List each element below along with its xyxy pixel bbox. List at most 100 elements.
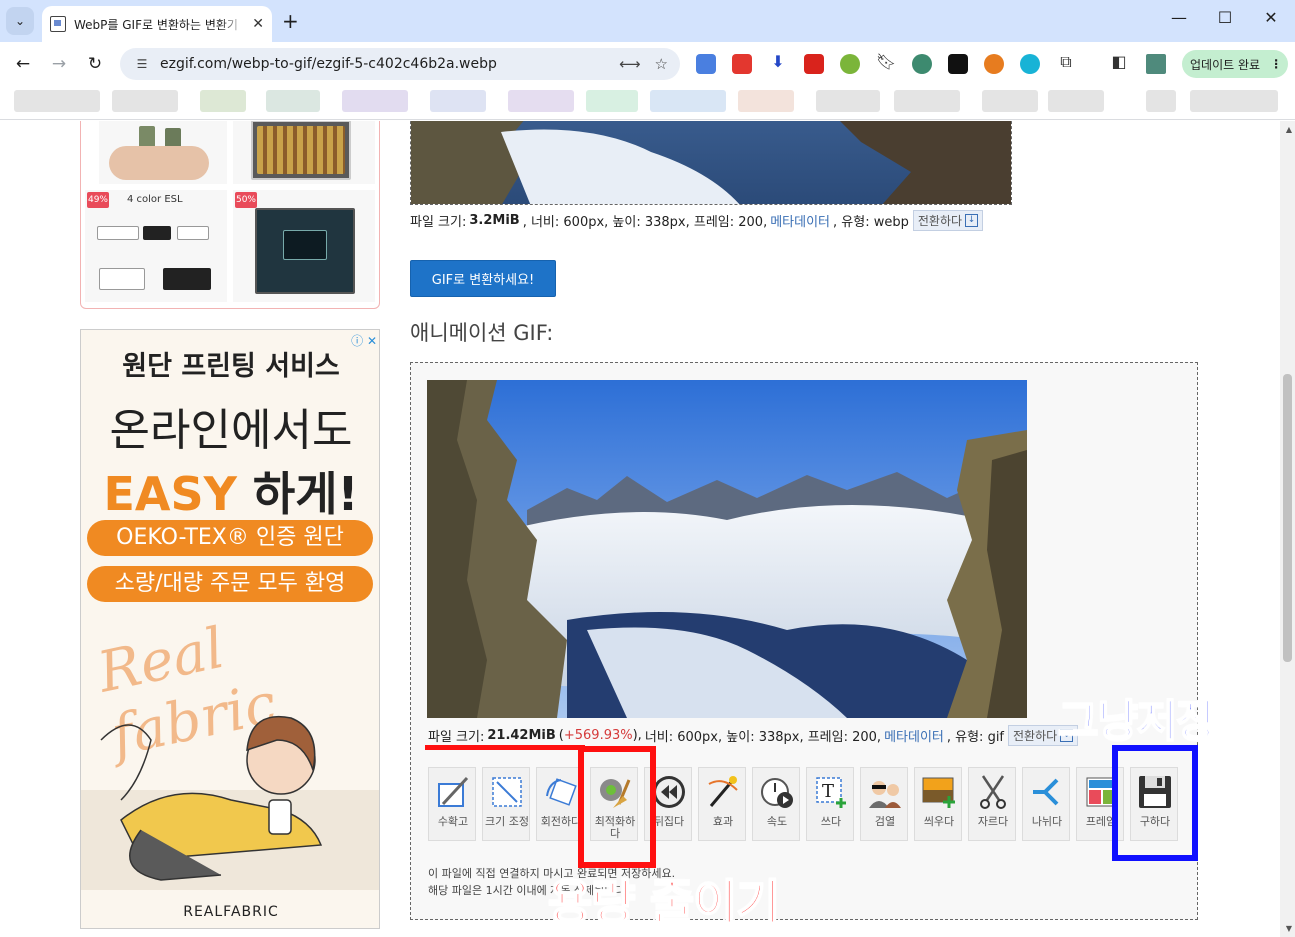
tool-rotate-button[interactable]: 회전하다 (536, 767, 584, 841)
bookmarks-bar (0, 86, 1295, 120)
site-info-icon[interactable]: ☰ (132, 54, 152, 74)
bookmark-item[interactable] (508, 90, 574, 112)
bookmark-item[interactable] (816, 90, 880, 112)
crop-icon (433, 772, 473, 812)
fabric-banner-ad[interactable]: ⓘ ✕ 원단 프린팅 서비스 온라인에서도 EASY 하게! OEKO-TEX®… (80, 329, 380, 929)
chevron-down-icon: ⌄ (14, 14, 26, 28)
extensions-puzzle-icon[interactable]: ⧉ (1055, 52, 1077, 72)
bookmark-item[interactable] (1146, 90, 1176, 112)
product-esl[interactable]: 49% 4 color ESL (85, 190, 227, 302)
bookmark-icon[interactable]: 🔖︎ (875, 52, 897, 71)
censor-icon (865, 772, 905, 812)
bookmark-item[interactable] (1048, 90, 1104, 112)
svg-text:T: T (822, 781, 834, 802)
tab-strip: ⌄ WebP를 GIF로 변환하는 변환기 ✕ + — ☐ ✕ (0, 0, 1295, 42)
extension-chat-icon[interactable] (1020, 54, 1040, 74)
update-button[interactable]: 업데이트 완료 ⋮ (1182, 50, 1288, 78)
extension-firefox-icon[interactable] (984, 54, 1004, 74)
active-tab[interactable]: WebP를 GIF로 변환하는 변환기 ✕ (42, 6, 272, 42)
tool-cut-button[interactable]: 자르다 (968, 767, 1016, 841)
back-button[interactable]: ← (10, 52, 36, 76)
translate-icon[interactable]: ⟷ (619, 55, 641, 73)
product-image-components[interactable] (233, 121, 375, 184)
page-scrollbar[interactable]: ▲ ▼ (1280, 121, 1295, 937)
maximize-button[interactable]: ☐ (1210, 8, 1240, 27)
output-file-info: 파일 크기: 21.42MiB ( +569.93% ), 너비: 600px,… (428, 725, 1079, 746)
address-bar[interactable]: ☰ ezgif.com/webp-to-gif/ezgif-5-c402c46b… (120, 48, 680, 80)
ad-pill-oeko: OEKO-TEX® 인증 원단 (87, 520, 373, 556)
extension-leaf-icon[interactable] (840, 54, 860, 74)
tool-crop-button[interactable]: 수확고 (428, 767, 476, 841)
url-text[interactable]: ezgif.com/webp-to-gif/ezgif-5-c402c46b2a… (160, 56, 605, 72)
close-window-button[interactable]: ✕ (1256, 8, 1286, 27)
tool-split-button[interactable]: 나뉘다 (1022, 767, 1070, 841)
page-viewport: 49% 4 color ESL 50% ⓘ ✕ 원단 프린팅 서비스 온라인에서… (0, 121, 1295, 937)
new-tab-button[interactable]: + (282, 9, 299, 33)
extension-globe-icon[interactable] (912, 54, 932, 74)
convert-to-gif-button[interactable]: GIF로 변환하세요! (410, 260, 556, 297)
tool-speed-button[interactable]: 속도 (752, 767, 800, 841)
ad-subheadline: 온라인에서도 (109, 405, 353, 456)
browser-toolbar: ← → ↻ ☰ ezgif.com/webp-to-gif/ezgif-5-c4… (0, 42, 1295, 86)
product-title: 4 color ESL (127, 194, 183, 205)
tool-effects-button[interactable]: 효과 (698, 767, 746, 841)
source-convert-dropdown[interactable]: 전환하다 ↓ (912, 210, 984, 231)
more-menu-icon[interactable]: ⋮ (1270, 57, 1282, 71)
animated-gif-heading: 애니메이션 GIF: (410, 321, 554, 345)
bookmark-item[interactable] (14, 90, 100, 112)
overlay-image-icon (919, 772, 959, 812)
gif-tools-toolbar: 수확고 크기 조정 회전하다 최적화하다 뒤집다 효과 속도 T 쓰다 검열 씌… (428, 767, 1184, 841)
close-tab-icon[interactable]: ✕ (252, 16, 264, 32)
size-change-percent: +569.93% (563, 728, 633, 743)
output-gif-image (427, 380, 1027, 718)
scroll-up-icon[interactable]: ▲ (1286, 125, 1292, 134)
source-metadata-link[interactable]: 메타데이터 (770, 211, 830, 230)
bookmark-item[interactable] (266, 90, 320, 112)
extension-translate-icon[interactable] (696, 54, 716, 74)
output-metadata-link[interactable]: 메타데이터 (884, 726, 944, 745)
annotation-just-save: 그냥저장 (1057, 695, 1218, 748)
bookmark-star-icon[interactable]: ☆ (655, 55, 668, 73)
tool-resize-button[interactable]: 크기 조정 (482, 767, 530, 841)
profile-avatar[interactable] (1146, 54, 1166, 74)
extension-play-icon[interactable] (732, 54, 752, 74)
extension-pdf-icon[interactable] (804, 54, 824, 74)
magic-wand-icon (703, 772, 743, 812)
extension-download-icon[interactable]: ⬇ (767, 52, 789, 71)
product-image-cables[interactable] (99, 121, 227, 184)
ad-brand-logo: REALFABRIC (183, 904, 279, 920)
forward-button[interactable]: → (46, 52, 72, 76)
bookmark-item[interactable] (982, 90, 1038, 112)
reload-button[interactable]: ↻ (82, 52, 108, 76)
bookmark-item[interactable] (1190, 90, 1278, 112)
bookmark-item[interactable] (738, 90, 794, 112)
source-webp-preview (410, 121, 1012, 205)
extension-dark-icon[interactable] (948, 54, 968, 74)
tab-search-button[interactable]: ⌄ (6, 7, 34, 35)
discount-badge: 50% (235, 192, 257, 208)
bookmark-item[interactable] (894, 90, 960, 112)
tool-overlay-button[interactable]: 씌우다 (914, 767, 962, 841)
rotate-icon (541, 772, 581, 812)
bookmark-item[interactable] (430, 90, 486, 112)
output-file-size: 21.42MiB (487, 728, 556, 743)
source-file-info: 파일 크기: 3.2MiB , 너비: 600px, 높이: 338px, 프레… (410, 210, 984, 231)
scroll-down-icon[interactable]: ▼ (1286, 924, 1292, 933)
update-label: 업데이트 완료 (1190, 57, 1261, 72)
product-ad[interactable]: 49% 4 color ESL 50% (80, 121, 380, 309)
minimize-button[interactable]: — (1164, 8, 1194, 27)
tool-write-button[interactable]: T 쓰다 (806, 767, 854, 841)
scroll-thumb[interactable] (1283, 374, 1292, 662)
bookmark-item[interactable] (586, 90, 638, 112)
favicon-icon (50, 16, 66, 32)
optimize-highlight-box (578, 746, 656, 868)
bookmark-item[interactable] (342, 90, 408, 112)
product-fpga-board[interactable]: 50% (233, 190, 375, 302)
tool-censor-button[interactable]: 검열 (860, 767, 908, 841)
resize-icon (487, 772, 527, 812)
source-webp-image (411, 121, 1011, 204)
side-panel-icon[interactable]: ◧ (1108, 52, 1130, 71)
bookmark-item[interactable] (112, 90, 178, 112)
bookmark-item[interactable] (650, 90, 726, 112)
bookmark-item[interactable] (200, 90, 246, 112)
